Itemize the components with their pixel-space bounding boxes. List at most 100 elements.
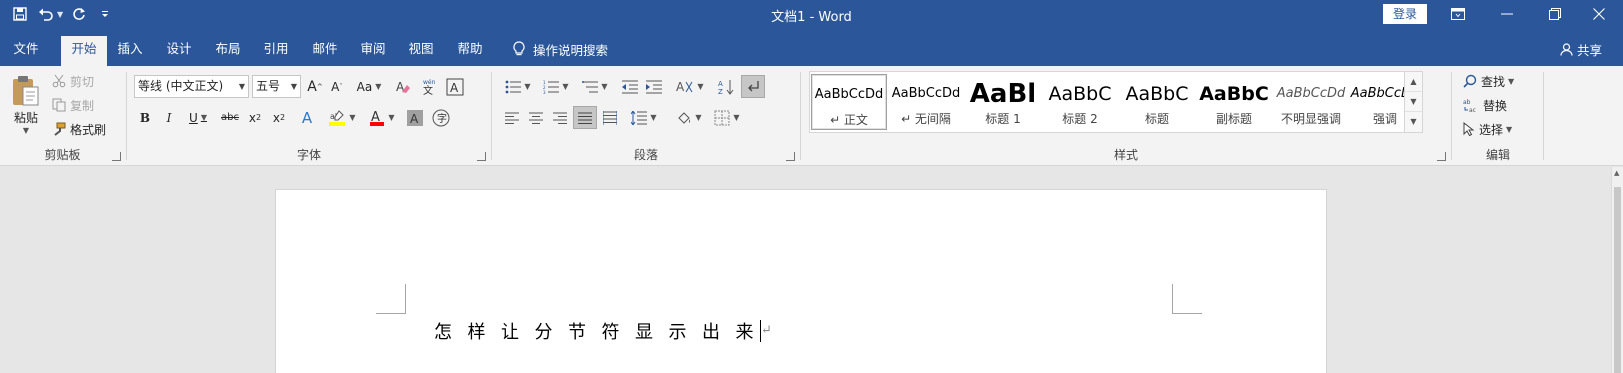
paste-button[interactable]: 粘贴 ▼ [6, 70, 46, 140]
document-page[interactable]: 怎样让分节符显示出来↵ [275, 189, 1327, 373]
bullets-button[interactable]: ▼ [501, 75, 535, 98]
editing-group-label: 编辑 [1485, 148, 1510, 162]
chinese-layout-button[interactable]: A ▼ [671, 75, 709, 98]
distributed-icon[interactable] [599, 106, 621, 129]
font-size-select[interactable]: 五号 ▼ [252, 75, 301, 98]
share-button[interactable]: 共享 [1560, 36, 1602, 62]
highlight-color-button[interactable]: ab ▼ [324, 106, 360, 129]
svg-text:ac: ac [1469, 107, 1476, 112]
align-center-icon[interactable] [525, 106, 547, 129]
increase-indent-icon[interactable] [643, 75, 665, 98]
style-name: ↵ 无间隔 [901, 112, 951, 126]
find-button[interactable]: 查找 ▼ [1463, 70, 1514, 92]
grow-font-icon[interactable]: A ^ [304, 75, 326, 98]
shading-button[interactable]: ▼ [671, 106, 707, 129]
clear-formatting-icon[interactable]: A [392, 75, 414, 98]
replace-button[interactable]: ab ac 替换 [1463, 94, 1507, 116]
close-icon[interactable] [1575, 0, 1623, 28]
tab-view[interactable]: 视图 [403, 36, 439, 66]
style-preview: AaBbCcDd [891, 86, 961, 101]
cursor-arrow-icon [1463, 122, 1475, 136]
styles-dialog-launcher[interactable] [1437, 152, 1446, 161]
style-normal[interactable]: AaBbCcDd ↵ 正文 [811, 74, 887, 130]
format-painter-button[interactable]: 格式刷 [52, 118, 106, 140]
style-title[interactable]: AaBbC 标题 [1119, 74, 1195, 130]
paste-label: 粘贴 [13, 111, 38, 125]
align-right-icon[interactable] [549, 106, 571, 129]
font-group-label: 字体 [296, 148, 321, 162]
clipboard-dialog-launcher[interactable] [112, 152, 121, 161]
tab-review[interactable]: 审阅 [355, 36, 391, 66]
italic-icon[interactable]: I [158, 106, 180, 129]
decrease-indent-icon[interactable] [619, 75, 641, 98]
svg-text:A: A [718, 80, 723, 88]
show-hide-marks-icon[interactable] [741, 75, 765, 98]
sort-icon[interactable]: AZ [715, 75, 737, 98]
bold-icon[interactable]: B [134, 106, 156, 129]
style-subtitle[interactable]: AaBbC 副标题 [1196, 74, 1272, 130]
tell-me-search[interactable]: 操作说明搜索 [513, 36, 608, 62]
subscript-icon[interactable]: x2 [244, 106, 266, 129]
align-left-icon[interactable] [501, 106, 523, 129]
change-case-label: Aa [356, 79, 373, 94]
cut-button[interactable]: 剪切 [52, 70, 94, 92]
borders-button[interactable]: ▼ [709, 106, 745, 129]
window-title: 文档1 - Word [771, 10, 852, 25]
style-name: 副标题 [1215, 112, 1252, 126]
justify-icon[interactable] [573, 106, 597, 129]
shrink-font-icon[interactable]: Aˇ [326, 75, 348, 98]
enclose-characters-icon[interactable]: 字 [430, 106, 452, 129]
vertical-scrollbar[interactable]: ▲ [1611, 167, 1623, 373]
underline-button[interactable]: U ▼ [182, 106, 214, 129]
paragraph-dialog-launcher[interactable] [786, 152, 795, 161]
style-preview: AaBbC [1048, 83, 1112, 105]
tab-home[interactable]: 开始 [61, 36, 107, 66]
style-no-spacing[interactable]: AaBbCcDd ↵ 无间隔 [888, 74, 964, 130]
tab-help[interactable]: 帮助 [452, 36, 488, 66]
style-heading-2[interactable]: AaBbC 标题 2 [1042, 74, 1118, 130]
style-name: 不明显强调 [1280, 112, 1341, 126]
style-preview: AaBbCcDd [1276, 86, 1346, 101]
multilevel-list-button[interactable]: ▼ [577, 75, 613, 98]
style-subtle-emphasis[interactable]: AaBbCcDd 不明显强调 [1273, 74, 1349, 130]
gallery-down-icon[interactable]: ▼ [1405, 92, 1422, 112]
paragraph-mark: ↵ [761, 323, 772, 338]
tab-insert[interactable]: 插入 [112, 36, 148, 66]
font-dialog-launcher[interactable] [477, 152, 486, 161]
login-button[interactable]: 登录 [1383, 4, 1427, 24]
character-border-icon[interactable]: A [444, 75, 466, 98]
select-button[interactable]: 选择 ▼ [1463, 118, 1512, 140]
style-heading-1[interactable]: AaBl 标题 1 [965, 74, 1041, 130]
scrollbar-thumb[interactable] [1614, 187, 1621, 373]
numbering-button[interactable]: 1 2 3 ▼ [539, 75, 573, 98]
copy-label: 复制 [70, 98, 95, 113]
font-color-button[interactable]: A ▼ [364, 106, 400, 129]
strikethrough-icon[interactable]: abc [218, 106, 242, 129]
tab-file[interactable]: 文件 [6, 36, 46, 66]
crop-mark [1172, 313, 1202, 314]
tab-mailings[interactable]: 邮件 [307, 36, 343, 66]
phonetic-guide-icon[interactable]: wén 文 [418, 75, 440, 98]
change-case-button[interactable]: Aa ▼ [352, 75, 386, 98]
superscript-icon[interactable]: x2 [268, 106, 290, 129]
gallery-more-icon[interactable]: ▼ [1405, 112, 1422, 132]
styles-gallery-scroll: ▲ ▼ ▼ [1404, 72, 1422, 132]
character-shading-icon[interactable]: A [404, 106, 426, 129]
tab-references[interactable]: 引用 [258, 36, 294, 66]
font-group: 等线 (中文正文) ▼ 五号 ▼ A ^ Aˇ Aa ▼ A wén 文 A B I … [128, 66, 490, 165]
crop-mark [405, 284, 406, 314]
style-preview: AaBl [969, 80, 1037, 108]
font-color-icon: A [370, 110, 385, 126]
gallery-up-icon[interactable]: ▲ [1405, 72, 1422, 92]
font-name-select[interactable]: 等线 (中文正文) ▼ [134, 75, 249, 98]
minimize-icon[interactable] [1483, 0, 1531, 28]
scroll-up-icon[interactable]: ▲ [1614, 169, 1619, 177]
text-effects-icon[interactable]: A [296, 106, 318, 129]
document-body-text[interactable]: 怎样让分节符显示出来↵ [434, 318, 772, 344]
tab-layout[interactable]: 布局 [210, 36, 246, 66]
ribbon-display-options-icon[interactable] [1434, 0, 1482, 28]
line-spacing-button[interactable]: ▼ [627, 106, 661, 129]
restore-icon[interactable] [1531, 0, 1579, 28]
tab-design[interactable]: 设计 [161, 36, 197, 66]
copy-button[interactable]: 复制 [52, 94, 94, 116]
